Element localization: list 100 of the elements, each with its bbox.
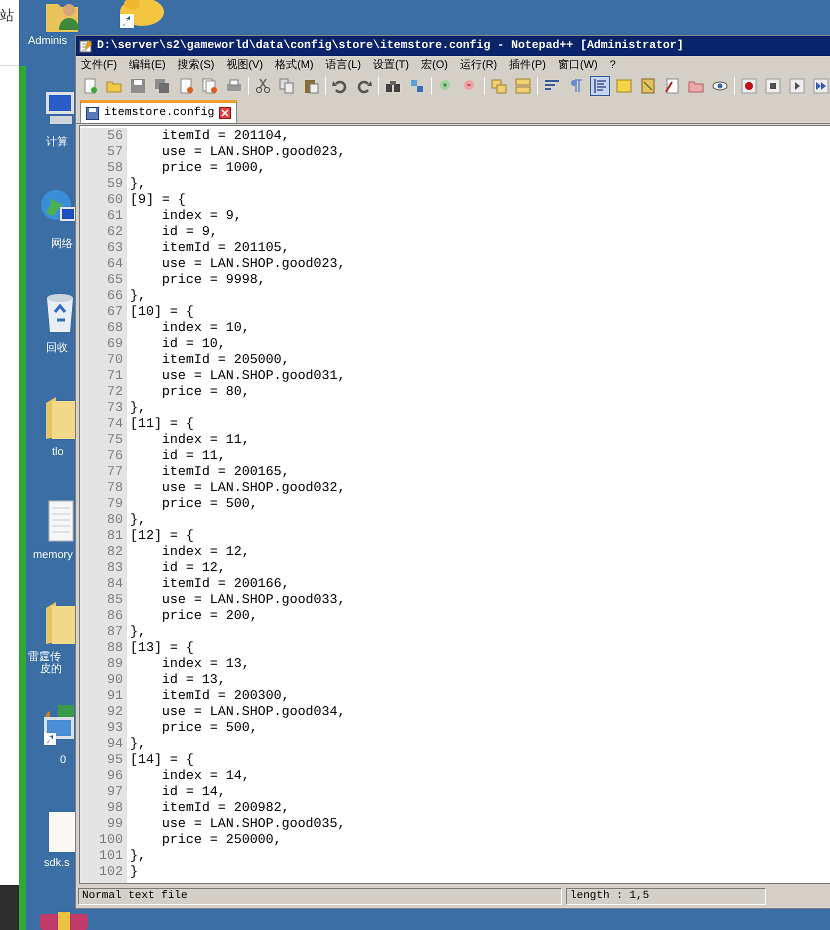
line-number: 71 xyxy=(106,368,124,384)
scissors-icon[interactable] xyxy=(253,76,273,96)
code-line: index = 13, xyxy=(160,656,251,672)
line-number: 84 xyxy=(106,576,124,592)
line-number: 87 xyxy=(106,624,124,640)
desktop-icon-label: 雷霆传 xyxy=(28,651,61,663)
line-number: 86 xyxy=(106,608,124,624)
menu-item[interactable]: 设置(T) xyxy=(373,60,410,70)
line-number: 68 xyxy=(106,320,124,336)
menu-item[interactable]: 视图(V) xyxy=(226,60,264,70)
sync-horizontal-icon[interactable] xyxy=(513,76,533,96)
desktop-icon-label: tlo xyxy=(52,446,64,458)
line-number: 60 xyxy=(106,192,124,208)
line-number: 63 xyxy=(106,240,124,256)
line-number: 96 xyxy=(106,768,124,784)
line-number: 59 xyxy=(106,176,124,192)
menu-item[interactable]: 插件(P) xyxy=(509,60,546,70)
desktop-icon-label: 回收 xyxy=(46,342,68,354)
menu-item[interactable]: 文件(F) xyxy=(81,60,118,70)
code-line: itemId = 200300, xyxy=(160,688,291,704)
code-line: itemId = 201104, xyxy=(160,128,291,144)
play-icon[interactable] xyxy=(787,76,807,96)
taskbar-fragment xyxy=(0,885,19,930)
code-line: index = 14, xyxy=(160,768,251,784)
code-line: }, xyxy=(130,848,147,864)
code-line: price = 500, xyxy=(160,720,259,736)
line-number: 93 xyxy=(106,720,124,736)
code-line: }, xyxy=(130,624,147,640)
line-number: 73 xyxy=(106,400,124,416)
menu-item[interactable]: 宏(O) xyxy=(421,60,448,70)
line-number: 92 xyxy=(106,704,124,720)
archive-icon[interactable] xyxy=(40,912,88,930)
code-line: use = LAN.SHOP.good032, xyxy=(160,480,346,496)
folder-icon[interactable] xyxy=(44,395,76,441)
menu-item[interactable]: 运行(R) xyxy=(460,60,498,70)
code-line: [9] = { xyxy=(130,192,187,208)
line-number: 66 xyxy=(106,288,124,304)
line-number: 62 xyxy=(106,224,124,240)
notepad-icon xyxy=(79,39,93,53)
code-line: [11] = { xyxy=(130,416,195,432)
code-line: [12] = { xyxy=(130,528,195,544)
line-number: 67 xyxy=(106,304,124,320)
record-icon[interactable] xyxy=(739,76,759,96)
line-number: 94 xyxy=(106,736,124,752)
recycle-bin-icon[interactable] xyxy=(45,292,75,334)
window-title: D:\server\s2\gameworld\data\config\store\itemstore.config - Notepad++ [Administrator] xyxy=(97,38,684,54)
code-line: itemId = 200982, xyxy=(160,800,291,816)
code-line: itemId = 200165, xyxy=(160,464,291,480)
code-line: price = 1000, xyxy=(160,160,267,176)
code-line: itemId = 201105, xyxy=(160,240,291,256)
code-line: price = 80, xyxy=(160,384,251,400)
menu-item[interactable]: 编辑(E) xyxy=(129,60,166,70)
desktop-icon-label: 皮的 xyxy=(40,663,62,675)
status-bar-field: length : 1,5 xyxy=(566,888,766,904)
tab-label: itemstore.config xyxy=(104,105,214,122)
cloud-shortcut-icon[interactable] xyxy=(118,0,166,30)
code-line: id = 12, xyxy=(160,560,227,576)
close-all-icon[interactable] xyxy=(200,76,220,96)
line-number: 97 xyxy=(106,784,124,800)
menu-item[interactable]: 窗口(W) xyxy=(558,60,598,70)
code-line: }, xyxy=(130,736,147,752)
file-tab[interactable]: itemstore.config xyxy=(80,100,238,123)
line-number: 101 xyxy=(98,848,124,864)
code-line: [13] = { xyxy=(130,640,195,656)
stop-icon[interactable] xyxy=(763,76,783,96)
desktop-icon-label: sdk.s xyxy=(44,857,70,869)
code-line: id = 13, xyxy=(160,672,227,688)
menu-item[interactable]: 语言(L) xyxy=(326,60,362,70)
fast-forward-icon[interactable] xyxy=(811,76,830,96)
close-icon[interactable] xyxy=(219,107,232,119)
code-line: price = 250000, xyxy=(160,832,283,848)
line-number: 79 xyxy=(106,496,124,512)
desktop-icon-label: Adminis xyxy=(28,35,68,47)
line-number: 75 xyxy=(106,432,124,448)
code-line: id = 9, xyxy=(160,224,219,240)
desktop-icon-label: memory xyxy=(33,549,73,561)
line-number: 58 xyxy=(106,160,124,176)
menu-item[interactable]: ? xyxy=(610,60,616,70)
line-number: 98 xyxy=(106,800,124,816)
line-number: 70 xyxy=(106,352,124,368)
notepad-document-icon[interactable] xyxy=(48,500,74,542)
save-icon[interactable] xyxy=(128,76,148,96)
code-line: use = LAN.SHOP.good033, xyxy=(160,592,346,608)
status-bar-field: Normal text file xyxy=(78,888,562,904)
code-line: index = 12, xyxy=(160,544,251,560)
folder-icon[interactable] xyxy=(44,600,76,646)
line-number: 89 xyxy=(106,656,124,672)
code-line: [10] = { xyxy=(130,304,195,320)
browser-text: 站 xyxy=(0,8,14,22)
line-number: 85 xyxy=(106,592,124,608)
line-number: 72 xyxy=(106,384,124,400)
save-all-icon[interactable] xyxy=(152,76,172,96)
menu-item[interactable]: 格式(M) xyxy=(275,60,314,70)
code-line: price = 200, xyxy=(160,608,259,624)
desktop-icon-label: 计算 xyxy=(46,136,68,148)
indent-guide-icon[interactable] xyxy=(590,76,610,96)
line-number: 100 xyxy=(98,832,124,848)
code-line: }, xyxy=(130,176,147,192)
line-number: 56 xyxy=(106,128,124,144)
menu-item[interactable]: 搜索(S) xyxy=(178,60,214,70)
